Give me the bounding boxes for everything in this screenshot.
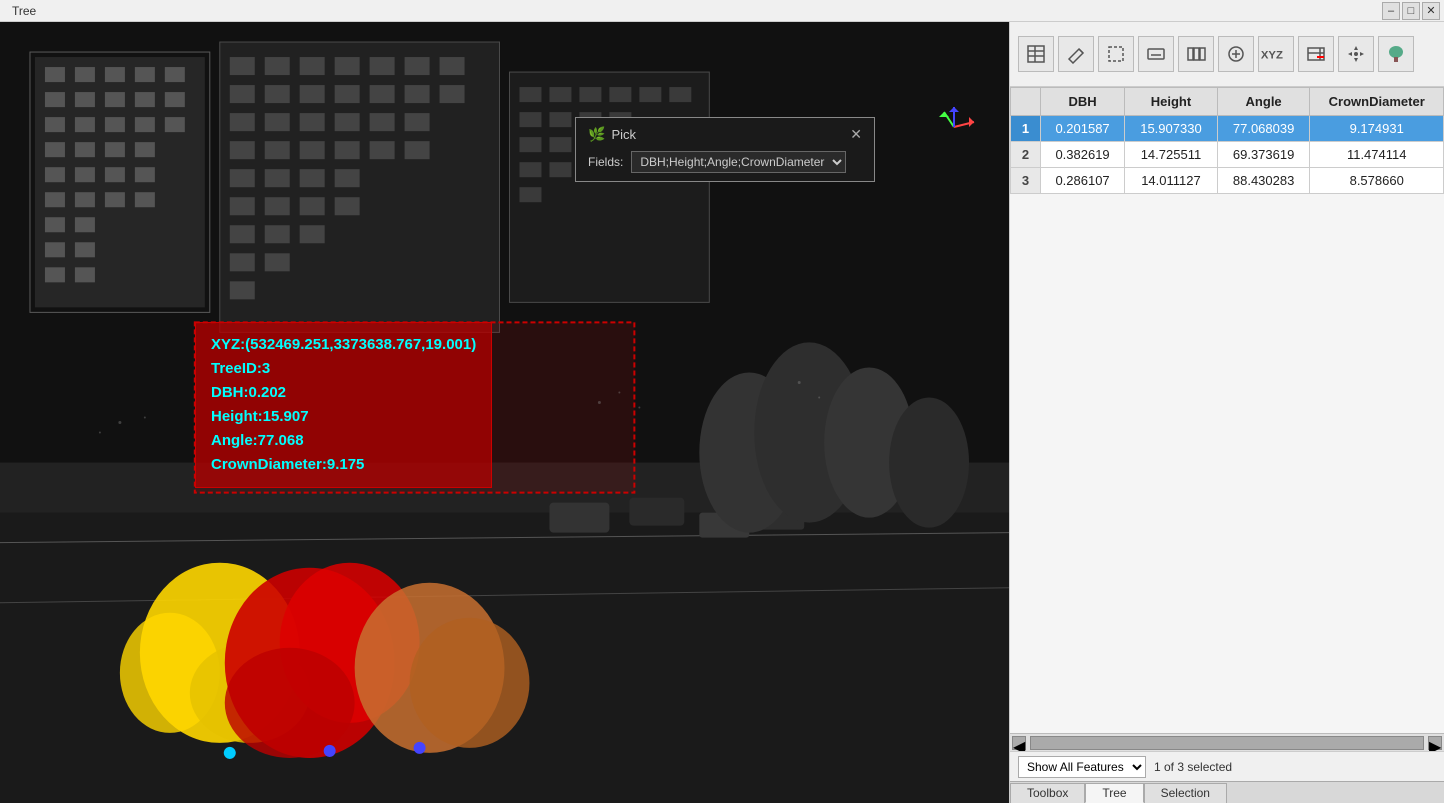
axis-indicator (929, 102, 979, 152)
table-icon-button[interactable] (1018, 36, 1054, 72)
fields-label: Fields: (588, 155, 623, 169)
edit-icon-button[interactable] (1058, 36, 1094, 72)
horizontal-scrollbar[interactable]: ◀ ▶ (1010, 733, 1444, 751)
selected-count-label: 1 of 3 selected (1154, 760, 1232, 774)
cell-dbh: 0.382619 (1041, 142, 1125, 168)
cell-angle: 77.068039 (1217, 116, 1310, 142)
viewport[interactable]: 🌿 Pick ✕ Fields: DBH;Height;Angle;CrownD… (0, 22, 1009, 803)
info-angle: Angle:77.068 (211, 429, 476, 453)
cell-angle: 69.373619 (1217, 142, 1310, 168)
info-treeid: TreeID:3 (211, 357, 476, 381)
main-area: 🌿 Pick ✕ Fields: DBH;Height;Angle;CrownD… (0, 22, 1444, 803)
cell-dbh: 0.201587 (1041, 116, 1125, 142)
tab-tree[interactable]: Tree (1085, 783, 1143, 803)
cell-dbh: 0.286107 (1041, 168, 1125, 194)
pick-icon: 🌿 (588, 126, 605, 143)
keyboard-icon-button[interactable] (1138, 36, 1174, 72)
scroll-thumb[interactable] (1030, 736, 1424, 750)
col-header-crown[interactable]: CrownDiameter (1310, 88, 1444, 116)
scroll-right-button[interactable]: ▶ (1428, 736, 1442, 750)
cell-height: 14.011127 (1125, 168, 1218, 194)
pick-popup-header: 🌿 Pick ✕ (588, 126, 862, 143)
table-row[interactable]: 2 0.382619 14.725511 69.373619 11.474114 (1011, 142, 1444, 168)
move-icon-button[interactable] (1338, 36, 1374, 72)
table-row[interactable]: 1 0.201587 15.907330 77.068039 9.174931 (1011, 116, 1444, 142)
cell-height: 14.725511 (1125, 142, 1218, 168)
cell-angle: 88.430283 (1217, 168, 1310, 194)
pick-close-button[interactable]: ✕ (850, 126, 862, 143)
toolbar: XYZ (1010, 22, 1444, 87)
fields-dropdown[interactable]: DBH;Height;Angle;CrownDiameter (631, 151, 846, 173)
info-height: Height:15.907 (211, 405, 476, 429)
row-num: 2 (1011, 142, 1041, 168)
data-table: DBH Height Angle CrownDiameter 1 0.20158… (1010, 87, 1444, 194)
minimize-button[interactable]: – (1382, 2, 1400, 20)
row-num: 3 (1011, 168, 1041, 194)
col-header-angle[interactable]: Angle (1217, 88, 1310, 116)
right-panel: XYZ DBH Height Angle (1009, 22, 1444, 803)
pick-fields-row: Fields: DBH;Height;Angle;CrownDiameter (588, 151, 862, 173)
add-icon-button[interactable] (1218, 36, 1254, 72)
remove-col-icon-button[interactable] (1298, 36, 1334, 72)
select-icon-button[interactable] (1098, 36, 1134, 72)
close-button[interactable]: ✕ (1422, 2, 1440, 20)
col-header-num (1011, 88, 1041, 116)
info-dbh: DBH:0.202 (211, 381, 476, 405)
bottom-bar: Show All Features 1 of 3 selected (1010, 751, 1444, 781)
info-overlay: XYZ:(532469.251,3373638.767,19.001) Tree… (195, 322, 492, 488)
svg-text:XYZ: XYZ (1261, 50, 1283, 62)
maximize-button[interactable]: □ (1402, 2, 1420, 20)
cell-crown: 8.578660 (1310, 168, 1444, 194)
tab-toolbox[interactable]: Toolbox (1010, 783, 1085, 803)
info-xyz: XYZ:(532469.251,3373638.767,19.001) (211, 333, 476, 357)
tree-icon-button[interactable] (1378, 36, 1414, 72)
row-num: 1 (1011, 116, 1041, 142)
title-bar: Tree – □ ✕ (0, 0, 1444, 22)
table-row[interactable]: 3 0.286107 14.011127 88.430283 8.578660 (1011, 168, 1444, 194)
bottom-tabs: Toolbox Tree Selection (1010, 781, 1444, 803)
show-features-dropdown[interactable]: Show All Features (1018, 756, 1146, 778)
data-table-container: DBH Height Angle CrownDiameter 1 0.20158… (1010, 87, 1444, 733)
col-header-dbh[interactable]: DBH (1041, 88, 1125, 116)
xyz-icon-button[interactable]: XYZ (1258, 36, 1294, 72)
pick-popup[interactable]: 🌿 Pick ✕ Fields: DBH;Height;Angle;CrownD… (575, 117, 875, 182)
title-text: Tree (4, 4, 1380, 18)
cell-height: 15.907330 (1125, 116, 1218, 142)
tab-selection[interactable]: Selection (1144, 783, 1227, 803)
col-header-height[interactable]: Height (1125, 88, 1218, 116)
cell-crown: 11.474114 (1310, 142, 1444, 168)
pick-title: Pick (611, 127, 636, 142)
columns-icon-button[interactable] (1178, 36, 1214, 72)
scroll-left-button[interactable]: ◀ (1012, 736, 1026, 750)
info-crown: CrownDiameter:9.175 (211, 453, 476, 477)
cell-crown: 9.174931 (1310, 116, 1444, 142)
